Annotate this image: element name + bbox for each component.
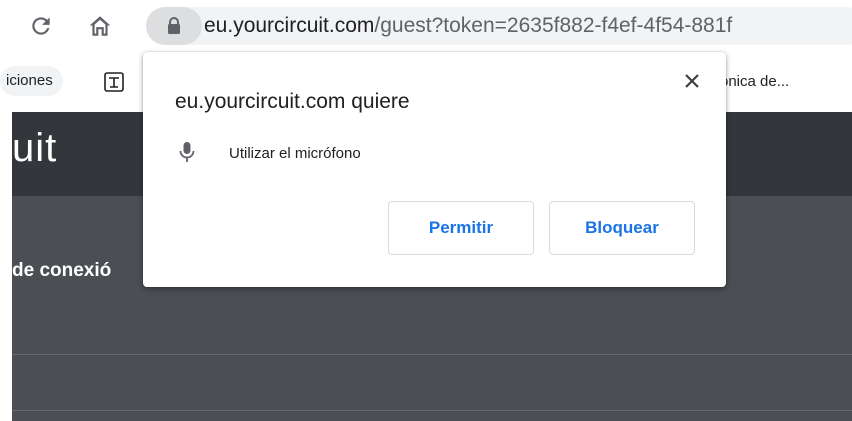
url-path: /guest?token=2635f882-f4ef-4f54-881f	[374, 14, 733, 37]
lock-icon	[168, 17, 180, 34]
permission-description: Utilizar el micrófono	[229, 145, 361, 162]
site-info-button[interactable]	[146, 7, 202, 45]
bookmark-item-applications[interactable]: iciones	[0, 66, 63, 96]
browser-toolbar: eu.yourcircuit.com/guest?token=2635f882-…	[0, 0, 852, 52]
permission-dialog: eu.yourcircuit.com quiere Utilizar el mi…	[143, 52, 726, 287]
divider	[12, 354, 852, 355]
home-icon[interactable]	[86, 12, 114, 40]
microphone-icon	[179, 142, 195, 162]
url-text[interactable]: eu.yourcircuit.com/guest?token=2635f882-…	[204, 13, 732, 39]
circuit-logo: uit	[12, 126, 58, 170]
url-host: eu.yourcircuit.com	[204, 14, 375, 37]
divider	[12, 410, 852, 411]
bookmark-item-electronica[interactable]: ónica de...	[720, 73, 789, 90]
connection-heading: de conexió	[12, 260, 112, 281]
allow-button[interactable]: Permitir	[388, 201, 534, 255]
bookmark-favicon-icon[interactable]	[104, 72, 124, 92]
dialog-title: eu.yourcircuit.com quiere	[175, 90, 410, 113]
reload-icon[interactable]	[27, 12, 55, 40]
block-button[interactable]: Bloquear	[549, 201, 695, 255]
close-icon[interactable]	[679, 68, 705, 94]
